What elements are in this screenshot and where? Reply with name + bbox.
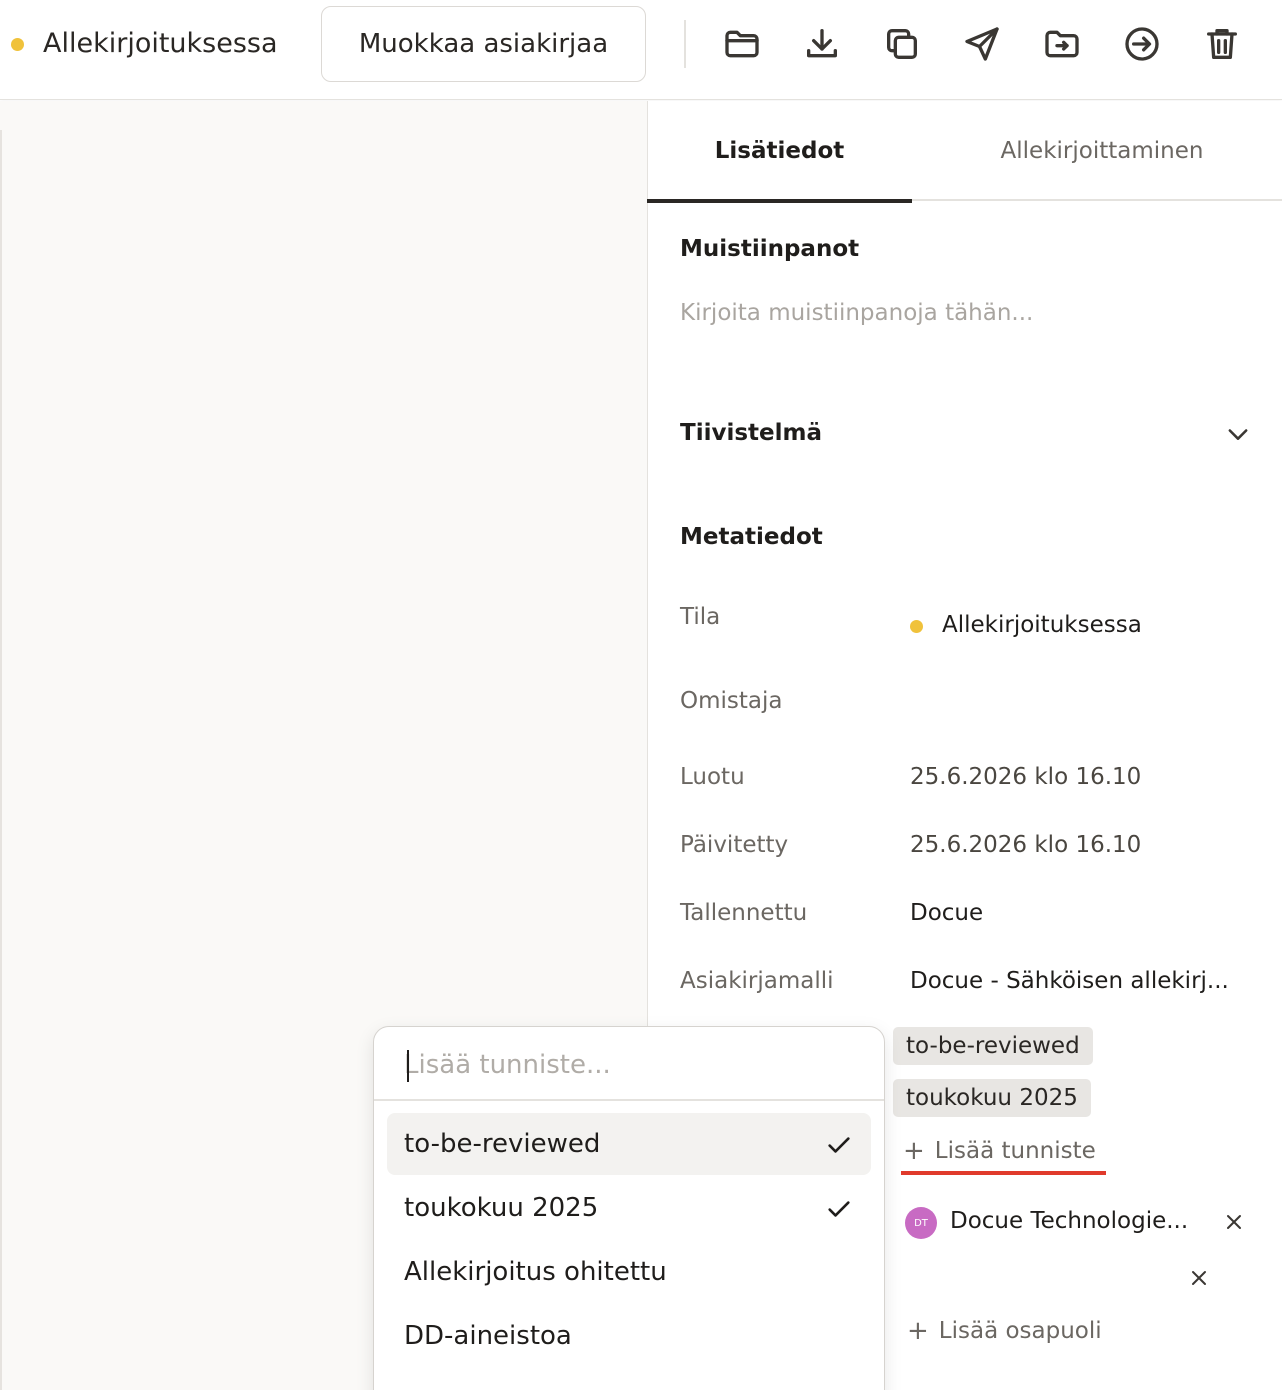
metadata-heading: Metatiedot	[680, 524, 823, 550]
add-tag-label: Lisää tunniste	[934, 1138, 1096, 1164]
folder-icon[interactable]	[720, 22, 764, 66]
summary-heading[interactable]: Tiivistelmä	[680, 420, 822, 446]
send-icon[interactable]	[960, 22, 1004, 66]
add-tag-button[interactable]: + Lisää tunniste	[903, 1138, 1096, 1164]
notes-heading: Muistiinpanot	[680, 236, 860, 262]
tag-dropdown: to-be-reviewed toukokuu 2025 Allekirjoit…	[373, 1026, 885, 1390]
party-name: Docue Technologie...	[950, 1208, 1189, 1234]
meta-template-value[interactable]: Docue - Sähköisen allekirj...	[910, 968, 1229, 994]
tab-signing-label: Allekirjoittaminen	[1000, 138, 1204, 164]
remove-party-icon[interactable]	[1224, 1212, 1244, 1232]
tag-option[interactable]: DD-aineistoa	[387, 1305, 871, 1367]
export-icon[interactable]	[1120, 22, 1164, 66]
avatar: DT	[905, 1207, 937, 1239]
panel-tabs: Lisätiedot Allekirjoittaminen	[647, 101, 1282, 203]
meta-created-value: 25.6.2026 klo 16.10	[910, 764, 1142, 790]
meta-updated-label: Päivitetty	[680, 832, 789, 858]
copy-icon[interactable]	[880, 22, 924, 66]
download-icon[interactable]	[800, 22, 844, 66]
tag-search-input[interactable]	[404, 1045, 864, 1085]
tag-chip[interactable]: to-be-reviewed	[893, 1027, 1093, 1065]
tab-signing[interactable]: Allekirjoittaminen	[947, 101, 1257, 201]
edit-document-button[interactable]: Muokkaa asiakirjaa	[321, 6, 646, 82]
meta-owner-label: Omistaja	[680, 688, 783, 714]
chevron-down-icon[interactable]	[1224, 420, 1252, 448]
meta-updated-value: 25.6.2026 klo 16.10	[910, 832, 1142, 858]
document-status-label: Allekirjoituksessa	[43, 28, 278, 59]
remove-party-icon[interactable]	[1189, 1268, 1209, 1288]
tab-info[interactable]: Lisätiedot	[647, 101, 912, 203]
top-toolbar: Allekirjoituksessa Muokkaa asiakirjaa	[0, 0, 1282, 100]
meta-status-label: Tila	[680, 604, 721, 630]
meta-saved-value: Docue	[910, 900, 984, 926]
meta-template-label: Asiakirjamalli	[680, 968, 834, 994]
meta-created-label: Luotu	[680, 764, 745, 790]
add-tag-focus-underline	[901, 1171, 1106, 1175]
tab-info-label: Lisätiedot	[714, 138, 845, 164]
text-cursor	[407, 1050, 409, 1082]
move-to-folder-icon[interactable]	[1040, 22, 1084, 66]
meta-saved-label: Tallennettu	[680, 900, 808, 926]
add-party-label: Lisää osapuoli	[938, 1318, 1102, 1344]
dropdown-divider	[374, 1099, 884, 1101]
toolbar-divider	[684, 20, 686, 68]
tag-chip[interactable]: toukokuu 2025	[893, 1079, 1091, 1117]
check-icon	[825, 1195, 853, 1223]
tag-option[interactable]: to-be-reviewed	[387, 1113, 871, 1175]
status-dot	[11, 38, 24, 51]
active-tab-indicator	[647, 199, 912, 203]
check-icon	[825, 1131, 853, 1159]
meta-status-dot	[910, 620, 923, 633]
viewer-edge	[0, 130, 2, 1390]
tag-option-label: to-be-reviewed	[404, 1129, 601, 1159]
trash-icon[interactable]	[1200, 22, 1244, 66]
meta-status-value: Allekirjoituksessa	[942, 612, 1142, 638]
notes-input[interactable]: Kirjoita muistiinpanoja tähän...	[680, 300, 1033, 326]
tag-option[interactable]: toukokuu 2025	[387, 1177, 871, 1239]
plus-icon: +	[903, 1136, 925, 1166]
tag-option-label: DD-aineistoa	[404, 1321, 572, 1351]
add-party-button[interactable]: + Lisää osapuoli	[907, 1318, 1102, 1344]
tag-option-label: Allekirjoitus ohitettu	[404, 1257, 667, 1287]
plus-icon: +	[907, 1316, 929, 1346]
tag-option-label: toukokuu 2025	[404, 1193, 599, 1223]
tag-option[interactable]: Allekirjoitus ohitettu	[387, 1241, 871, 1303]
